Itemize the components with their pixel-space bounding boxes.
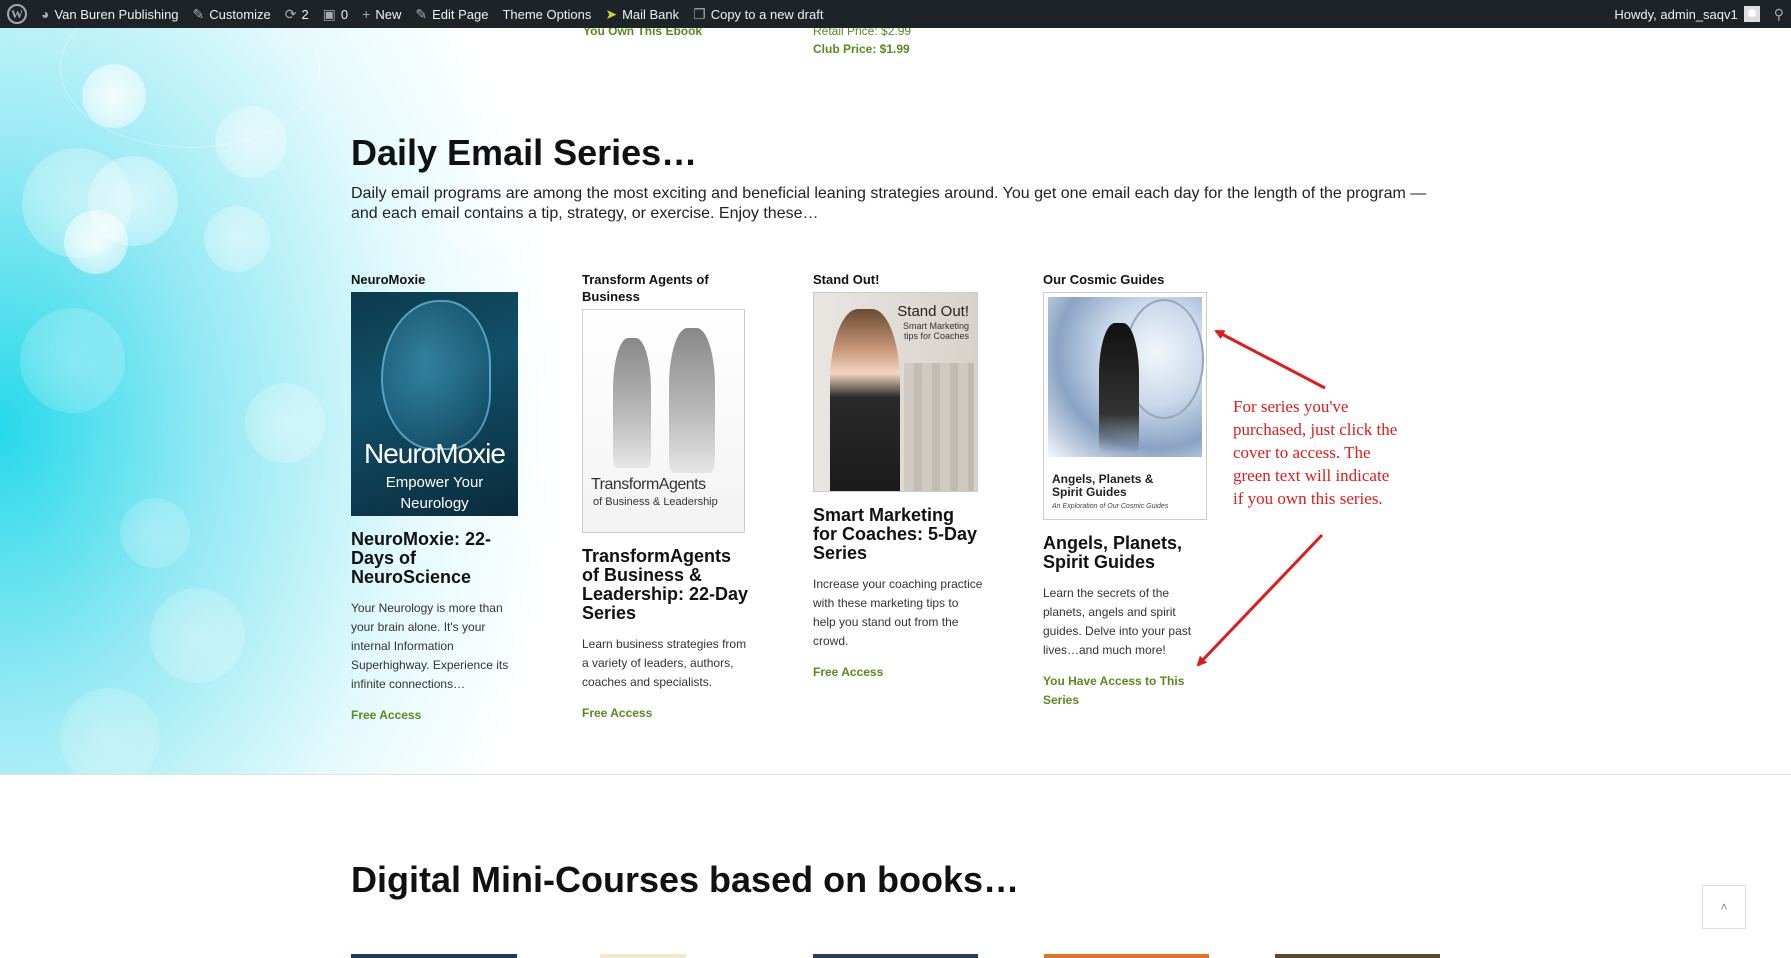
- bokeh-bubble: [150, 588, 245, 683]
- new-label: New: [375, 6, 402, 22]
- figure-silhouette: [613, 338, 651, 468]
- updates-link[interactable]: ⟳ 2: [278, 0, 316, 28]
- club-price-label: Club Price: $1.99: [813, 42, 910, 56]
- series-card-neuromoxie: NeuroMoxie NeuroMoxie Empower Your Neuro…: [351, 271, 521, 725]
- series-label: Transform Agents of Business: [582, 272, 709, 304]
- series-description: Increase your coaching practice with the…: [813, 577, 983, 648]
- wordpress-logo-icon: W: [7, 4, 27, 24]
- bokeh-bubble: [245, 383, 325, 463]
- series-card-cosmic-guides: Our Cosmic Guides Angels, Planets & Spir…: [1043, 271, 1213, 710]
- annotation-note: For series you've purchased, just click …: [1233, 397, 1398, 508]
- section-divider: [0, 774, 1791, 775]
- bokeh-bubble: [120, 498, 190, 568]
- theme-options-link[interactable]: Theme Options: [495, 0, 598, 28]
- plus-icon: +: [362, 6, 371, 22]
- brush-icon: ✎: [192, 5, 205, 22]
- series-cover[interactable]: Stand Out! Smart Marketing tips for Coac…: [813, 292, 978, 492]
- copy-icon: ❐: [693, 5, 706, 22]
- series-description: Your Neurology is more than your brain a…: [351, 601, 509, 691]
- bokeh-bubble: [20, 308, 125, 413]
- section-intro: Daily email programs are among the most …: [351, 185, 1427, 222]
- series-title: Smart Marketing for Coaches: 5-Day Serie…: [813, 505, 978, 563]
- bokeh-bubble: [82, 64, 146, 128]
- series-description: Learn business strategies from a variety…: [582, 637, 747, 689]
- mini-course-cover[interactable]: [1275, 954, 1440, 958]
- cover-subtitle: Empower Your Neurology: [385, 474, 484, 512]
- series-title: TransformAgents of Business & Leadership…: [582, 546, 749, 623]
- mini-course-cover[interactable]: [600, 954, 686, 958]
- series-title: NeuroMoxie: 22-Days of NeuroScience: [351, 529, 492, 587]
- access-link[interactable]: Free Access: [813, 663, 983, 682]
- mail-bank-icon: ➤: [605, 5, 618, 22]
- wordpress-menu[interactable]: W: [0, 0, 34, 28]
- dashboard-icon: ◕: [41, 6, 50, 22]
- bokeh-bubble: [64, 210, 128, 274]
- section-title: Daily Email Series…: [351, 132, 698, 173]
- search-icon: ⚲: [1773, 5, 1784, 22]
- cover-subtitle: An Exploration of Our Cosmic Guides: [1052, 503, 1169, 510]
- comment-icon: ▣: [322, 5, 336, 22]
- series-card-transform-agents: Transform Agents of Business TransformAg…: [582, 271, 752, 723]
- scroll-to-top-button[interactable]: ˄: [1702, 885, 1746, 929]
- mail-bank-link[interactable]: ➤ Mail Bank: [598, 0, 686, 28]
- cover-title: TransformAgents: [591, 476, 706, 493]
- account-menu[interactable]: Howdy, admin_saqv1: [1607, 0, 1766, 28]
- comments-link[interactable]: ▣ 0: [316, 0, 355, 28]
- customize-link[interactable]: ✎ Customize: [186, 0, 278, 28]
- theme-options-label: Theme Options: [502, 6, 592, 22]
- series-title: Angels, Planets, Spirit Guides: [1043, 533, 1183, 572]
- series-label: NeuroMoxie: [351, 272, 426, 287]
- cover-title: NeuroMoxie: [364, 438, 506, 469]
- series-card-stand-out: Stand Out! Stand Out! Smart Marketing ti…: [813, 271, 983, 682]
- bokeh-bubble: [60, 688, 160, 774]
- howdy-label: Howdy, admin_saqv1: [1614, 6, 1738, 22]
- crowd-illustration: [904, 363, 974, 491]
- series-description: Learn the secrets of the planets, angels…: [1043, 586, 1192, 657]
- updates-count: 2: [301, 6, 309, 22]
- section-title-mini-courses: Digital Mini-Courses based on books…: [351, 859, 1020, 900]
- series-cover[interactable]: NeuroMoxie Empower Your Neurology: [351, 292, 518, 516]
- cover-title: Angels, Planets & Spirit Guides: [1052, 472, 1154, 499]
- cover-title: Stand Out!: [897, 303, 969, 320]
- mini-course-cover[interactable]: [1044, 954, 1209, 958]
- site-name-menu[interactable]: ◕ Van Buren Publishing: [34, 0, 186, 28]
- bokeh-bubble: [215, 106, 287, 178]
- series-cover[interactable]: TransformAgents of Business & Leadership: [582, 309, 745, 533]
- series-label: Stand Out!: [813, 272, 880, 287]
- cover-subtitle: Smart Marketing tips for Coaches: [902, 321, 969, 341]
- copy-draft-link[interactable]: ❐ Copy to a new draft: [686, 0, 830, 28]
- head-illustration: [381, 300, 491, 450]
- access-link[interactable]: You Have Access to This Series: [1043, 672, 1213, 710]
- access-link[interactable]: Free Access: [582, 704, 752, 723]
- customize-label: Customize: [209, 6, 271, 22]
- site-name-label: Van Buren Publishing: [54, 6, 179, 22]
- search-toggle[interactable]: ⚲: [1767, 0, 1791, 28]
- bokeh-bubble: [204, 206, 270, 272]
- avatar: [1743, 6, 1760, 22]
- mail-bank-label: Mail Bank: [622, 6, 680, 22]
- copy-draft-label: Copy to a new draft: [710, 6, 824, 22]
- pencil-icon: ✎: [415, 5, 428, 22]
- mini-course-cover[interactable]: [351, 954, 517, 958]
- edit-page-link[interactable]: ✎ Edit Page: [408, 0, 495, 28]
- mini-course-cover[interactable]: [813, 954, 978, 958]
- edit-page-label: Edit Page: [432, 6, 489, 22]
- series-cover[interactable]: Angels, Planets & Spirit Guides An Explo…: [1043, 292, 1207, 520]
- updates-icon: ⟳: [284, 5, 297, 22]
- comments-count: 0: [340, 6, 349, 22]
- series-label: Our Cosmic Guides: [1043, 272, 1165, 287]
- silhouette-illustration: [1099, 323, 1139, 453]
- figure-silhouette: [669, 328, 715, 473]
- admin-bar: W ◕ Van Buren Publishing ✎ Customize ⟳ 2…: [0, 0, 1791, 28]
- cover-subtitle: of Business & Leadership: [593, 496, 718, 508]
- access-link[interactable]: Free Access: [351, 706, 521, 725]
- new-content-menu[interactable]: + New: [355, 0, 408, 28]
